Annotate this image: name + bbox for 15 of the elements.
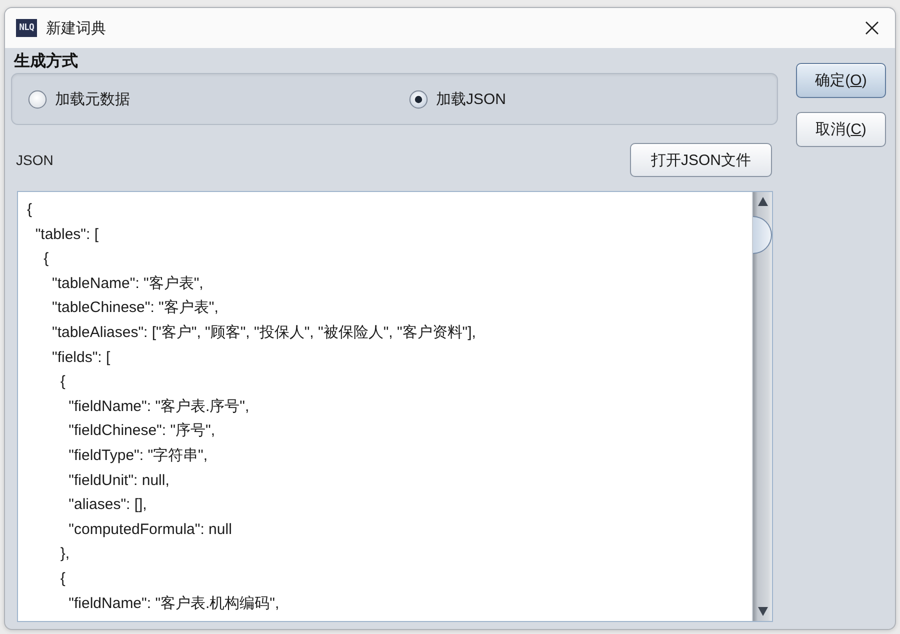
json-text-field[interactable]: { "tables": [ { "tableName": "客户表", "tableChinese": "客户表", "tableAliases": ["客户", "顾客", "投保人", "被保险人", "客户资料"], "fields": [ { "fieldName": "客户表.序号", "fieldChinese": "序号", "fieldType": "字符串", "fieldUnit": null, "aliases": [], "computedFormula": null }, { "fieldName": "客户表.机构编码", (18, 192, 752, 621)
close-icon (865, 21, 879, 35)
radio-option[interactable]: 加载JSON (409, 90, 506, 108)
ok-button[interactable]: 确定(O) (796, 63, 886, 98)
json-label: JSON (15, 152, 54, 168)
scrollbar-thumb[interactable] (753, 216, 772, 254)
open-json-file-button[interactable]: 打开JSON文件 (630, 143, 772, 177)
scroll-down-icon[interactable] (758, 607, 768, 616)
app-logo: NLQ (16, 19, 37, 37)
radio-option[interactable]: 加载元数据 (28, 90, 130, 108)
window-title: 新建词典 (46, 18, 107, 38)
section-title: 生成方式 (12, 52, 79, 72)
cancel-button[interactable]: 取消(C) (796, 112, 886, 147)
vertical-scrollbar[interactable] (752, 192, 772, 621)
scroll-up-icon[interactable] (758, 197, 768, 206)
